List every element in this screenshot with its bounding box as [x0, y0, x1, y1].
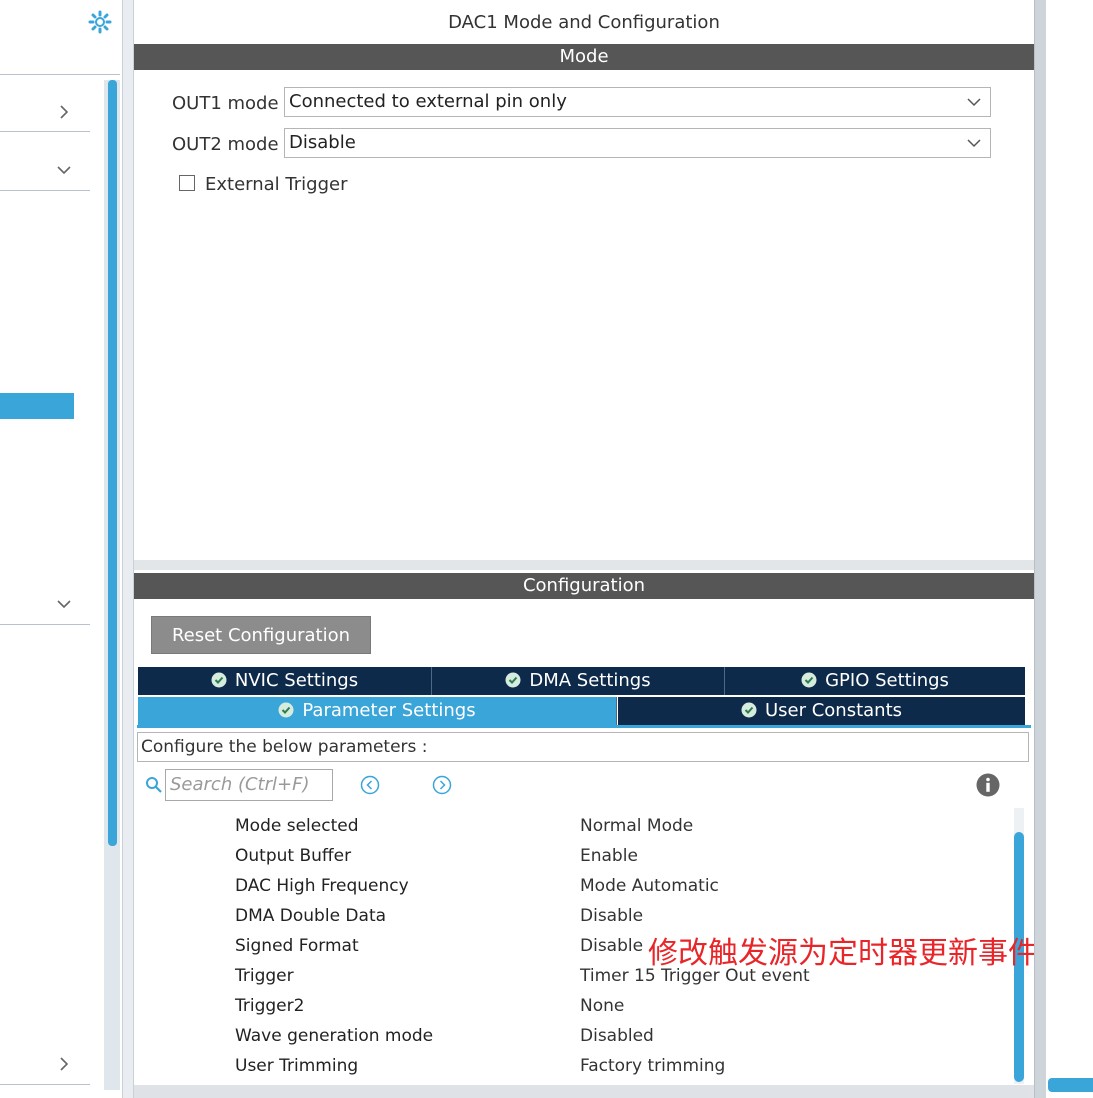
tab-label: User Constants [764, 700, 903, 721]
sidebar-divider [0, 190, 90, 191]
param-name: Wave generation mode [235, 1026, 434, 1046]
annotation-text: 修改触发源为定时器更新事件 [648, 936, 1038, 971]
param-name: Signed Format [235, 936, 359, 956]
chevron-right-icon[interactable] [54, 102, 74, 122]
param-name: Output Buffer [235, 846, 352, 866]
search-icon [146, 777, 162, 793]
panel-bottom-edge [134, 1085, 1034, 1098]
chevron-down-icon [967, 98, 981, 107]
reset-configuration-button[interactable]: Reset Configuration [151, 616, 371, 654]
tab-label: DMA Settings [529, 670, 651, 691]
sidebar-divider [0, 131, 90, 132]
param-value[interactable]: Disabled [580, 1026, 654, 1046]
check-circle-icon [278, 702, 294, 718]
configure-description: Configure the below parameters : [137, 732, 1029, 762]
param-value[interactable]: Normal Mode [580, 816, 693, 836]
external-trigger-checkbox[interactable] [179, 175, 195, 191]
check-circle-icon [211, 672, 227, 688]
chevron-right-icon[interactable] [54, 1054, 74, 1074]
out2-mode-value: Disable [289, 132, 356, 153]
param-name: Trigger2 [235, 996, 305, 1016]
right-panel [1046, 0, 1093, 1098]
param-value[interactable]: Factory trimming [580, 1056, 725, 1076]
check-circle-icon [505, 672, 521, 688]
tab-label: GPIO Settings [825, 670, 949, 691]
info-icon[interactable] [976, 773, 1000, 797]
out1-mode-value: Connected to external pin only [289, 91, 567, 112]
panel-title: DAC1 Mode and Configuration [448, 12, 720, 33]
param-value[interactable]: Disable [580, 936, 643, 956]
external-trigger-label: External Trigger [205, 174, 348, 195]
check-circle-icon [801, 672, 817, 688]
tab-parameter-settings[interactable]: Parameter Settings [138, 697, 617, 725]
next-circle-icon[interactable] [432, 775, 452, 795]
out2-mode-label: OUT2 mode [172, 134, 279, 155]
chevron-down-icon[interactable] [54, 160, 74, 180]
param-value[interactable]: None [580, 996, 624, 1016]
tab-label: NVIC Settings [234, 670, 359, 691]
tab-nvic-settings[interactable]: NVIC Settings [138, 667, 432, 695]
left-sidebar [0, 0, 122, 1098]
tab-gpio-settings[interactable]: GPIO Settings [725, 667, 1025, 695]
param-value[interactable]: Disable [580, 906, 643, 926]
mode-section-header: Mode [134, 44, 1034, 70]
chevron-down-icon[interactable] [54, 594, 74, 614]
prev-circle-icon[interactable] [360, 775, 380, 795]
right-scrollbar[interactable] [1048, 1078, 1093, 1092]
param-name: Mode selected [235, 816, 359, 836]
param-name: DMA Double Data [235, 906, 387, 926]
param-value[interactable]: Enable [580, 846, 638, 866]
section-separator [134, 560, 1034, 570]
sidebar-divider [0, 1084, 90, 1085]
tab-label: Parameter Settings [302, 700, 476, 721]
out2-mode-select[interactable]: Disable [284, 128, 991, 158]
tab-user-constants[interactable]: User Constants [618, 697, 1025, 725]
sidebar-selected-item[interactable] [0, 393, 74, 419]
out1-mode-label: OUT1 mode [172, 93, 279, 114]
param-name: Trigger [235, 966, 294, 986]
panel-splitter[interactable] [1034, 0, 1046, 1098]
check-circle-icon [741, 702, 757, 718]
tab-dma-settings[interactable]: DMA Settings [432, 667, 725, 695]
configuration-section-header: Configuration [134, 573, 1034, 599]
panel-splitter[interactable] [122, 0, 134, 1098]
gear-icon[interactable] [88, 10, 112, 34]
tab-underline [137, 725, 1031, 728]
sidebar-divider [0, 624, 90, 625]
param-value[interactable]: Mode Automatic [580, 876, 719, 896]
search-input[interactable]: Search (Ctrl+F) [165, 769, 333, 801]
chevron-down-icon [967, 139, 981, 148]
out1-mode-select[interactable]: Connected to external pin only [284, 87, 991, 117]
sidebar-scrollbar-thumb[interactable] [108, 80, 117, 846]
param-name: User Trimming [235, 1056, 359, 1076]
param-name: DAC High Frequency [235, 876, 409, 896]
sidebar-divider [0, 74, 120, 75]
